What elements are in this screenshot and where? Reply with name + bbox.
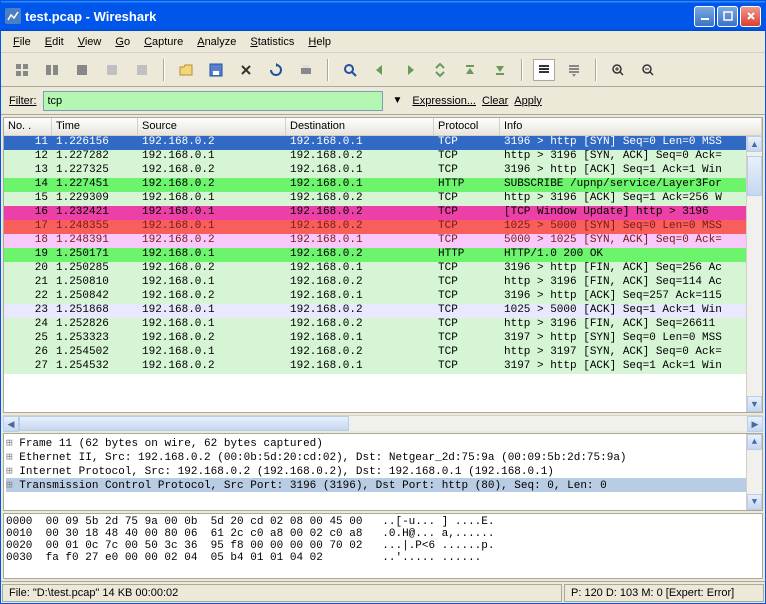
menu-statistics[interactable]: Statistics xyxy=(244,34,300,50)
menu-analyze[interactable]: Analyze xyxy=(191,34,242,50)
scroll-down-icon[interactable]: ▼ xyxy=(747,396,762,412)
window-title: test.pcap - Wireshark xyxy=(25,9,694,24)
col-time[interactable]: Time xyxy=(52,118,138,135)
find-icon[interactable] xyxy=(339,59,361,81)
wireshark-window: test.pcap - Wireshark FileEditViewGoCapt… xyxy=(0,0,766,604)
scroll-right-icon[interactable]: ▶ xyxy=(747,416,763,432)
options-icon[interactable] xyxy=(41,59,63,81)
filter-input[interactable] xyxy=(43,91,383,111)
menu-file[interactable]: File xyxy=(7,34,37,50)
packet-row[interactable]: 231.251868192.168.0.1192.168.0.2TCP1025 … xyxy=(4,304,762,318)
horizontal-scrollbar[interactable]: ◀ ▶ xyxy=(3,415,763,431)
packet-row[interactable]: 131.227325192.168.0.2192.168.0.1TCP3196 … xyxy=(4,164,762,178)
separator xyxy=(163,59,165,81)
open-icon[interactable] xyxy=(175,59,197,81)
menu-edit[interactable]: Edit xyxy=(39,34,70,50)
save-icon[interactable] xyxy=(205,59,227,81)
separator xyxy=(521,59,523,81)
scroll-up-icon[interactable]: ▲ xyxy=(747,434,762,450)
column-headers: No. . Time Source Destination Protocol I… xyxy=(4,118,762,136)
packet-row[interactable]: 201.250285192.168.0.2192.168.0.1TCP3196 … xyxy=(4,262,762,276)
close-file-icon[interactable] xyxy=(235,59,257,81)
packet-row[interactable]: 251.253323192.168.0.2192.168.0.1TCP3197 … xyxy=(4,332,762,346)
packet-row[interactable]: 121.227282192.168.0.1192.168.0.2TCPhttp … xyxy=(4,150,762,164)
packet-row[interactable]: 161.232421192.168.0.1192.168.0.2TCP[TCP … xyxy=(4,206,762,220)
vertical-scrollbar[interactable]: ▲ ▼ xyxy=(746,136,762,412)
separator xyxy=(327,59,329,81)
tree-item[interactable]: ⊞ Transmission Control Protocol, Src Por… xyxy=(6,478,760,492)
filter-label[interactable]: Filter: xyxy=(9,95,37,107)
goto-first-icon[interactable] xyxy=(459,59,481,81)
filter-bar: Filter: ▼ Expression... Clear Apply xyxy=(1,87,765,115)
start-icon[interactable] xyxy=(71,59,93,81)
menu-go[interactable]: Go xyxy=(109,34,136,50)
minimize-button[interactable] xyxy=(694,6,715,27)
tree-item[interactable]: ⊞ Ethernet II, Src: 192.168.0.2 (00:0b:5… xyxy=(6,450,760,464)
vertical-scrollbar[interactable]: ▲ ▼ xyxy=(746,434,762,510)
app-icon xyxy=(5,8,21,24)
goto-last-icon[interactable] xyxy=(489,59,511,81)
stop-icon[interactable] xyxy=(101,59,123,81)
filter-dropdown-icon[interactable]: ▼ xyxy=(389,95,407,106)
packet-row[interactable]: 111.226156192.168.0.2192.168.0.1TCP3196 … xyxy=(4,136,762,150)
details-pane[interactable]: ⊞ Frame 11 (62 bytes on wire, 62 bytes c… xyxy=(3,433,763,511)
tree-item[interactable]: ⊞ Internet Protocol, Src: 192.168.0.2 (1… xyxy=(6,464,760,478)
col-src[interactable]: Source xyxy=(138,118,286,135)
tree-item[interactable]: ⊞ Frame 11 (62 bytes on wire, 62 bytes c… xyxy=(6,436,760,450)
scroll-thumb[interactable] xyxy=(19,416,349,431)
packet-row[interactable]: 211.250810192.168.0.1192.168.0.2TCPhttp … xyxy=(4,276,762,290)
autoscroll-icon[interactable] xyxy=(563,59,585,81)
apply-button[interactable]: Apply xyxy=(514,95,542,107)
hex-pane[interactable]: 0000 00 09 5b 2d 75 9a 00 0b 5d 20 cd 02… xyxy=(3,513,763,579)
packet-list-pane: No. . Time Source Destination Protocol I… xyxy=(3,117,763,413)
menu-capture[interactable]: Capture xyxy=(138,34,189,50)
col-no[interactable]: No. . xyxy=(4,118,52,135)
col-dst[interactable]: Destination xyxy=(286,118,434,135)
packet-row[interactable]: 261.254502192.168.0.1192.168.0.2TCPhttp … xyxy=(4,346,762,360)
packet-row[interactable]: 181.248391192.168.0.2192.168.0.1TCP5000 … xyxy=(4,234,762,248)
close-button[interactable] xyxy=(740,6,761,27)
status-file: File: "D:\test.pcap" 14 KB 00:00:02 xyxy=(2,584,562,602)
restart-icon[interactable] xyxy=(131,59,153,81)
menu-view[interactable]: View xyxy=(72,34,108,50)
clear-button[interactable]: Clear xyxy=(482,95,508,107)
goto-back-icon[interactable] xyxy=(369,59,391,81)
status-packets: P: 120 D: 103 M: 0 [Expert: Error] xyxy=(564,584,764,602)
packet-list[interactable]: 111.226156192.168.0.2192.168.0.1TCP3196 … xyxy=(4,136,762,412)
goto-forward-icon[interactable] xyxy=(399,59,421,81)
goto-packet-icon[interactable] xyxy=(429,59,451,81)
expression-button[interactable]: Expression... xyxy=(412,95,476,107)
packet-row[interactable]: 271.254532192.168.0.2192.168.0.1TCP3197 … xyxy=(4,360,762,374)
scroll-thumb[interactable] xyxy=(747,156,762,196)
toolbar xyxy=(1,53,765,87)
maximize-button[interactable] xyxy=(717,6,738,27)
menubar: FileEditViewGoCaptureAnalyzeStatisticsHe… xyxy=(1,31,765,53)
colorize-icon[interactable] xyxy=(533,59,555,81)
reload-icon[interactable] xyxy=(265,59,287,81)
menu-help[interactable]: Help xyxy=(302,34,337,50)
interfaces-icon[interactable] xyxy=(11,59,33,81)
scroll-up-icon[interactable]: ▲ xyxy=(747,136,762,152)
packet-row[interactable]: 171.248355192.168.0.1192.168.0.2TCP1025 … xyxy=(4,220,762,234)
zoom-out-icon[interactable] xyxy=(637,59,659,81)
scroll-left-icon[interactable]: ◀ xyxy=(3,416,19,432)
col-proto[interactable]: Protocol xyxy=(434,118,500,135)
packet-row[interactable]: 221.250842192.168.0.2192.168.0.1TCP3196 … xyxy=(4,290,762,304)
packet-row[interactable]: 151.229309192.168.0.1192.168.0.2TCPhttp … xyxy=(4,192,762,206)
scroll-down-icon[interactable]: ▼ xyxy=(747,494,762,510)
col-info[interactable]: Info xyxy=(500,118,762,135)
titlebar[interactable]: test.pcap - Wireshark xyxy=(1,1,765,31)
packet-row[interactable]: 191.250171192.168.0.1192.168.0.2HTTPHTTP… xyxy=(4,248,762,262)
separator xyxy=(595,59,597,81)
zoom-in-icon[interactable] xyxy=(607,59,629,81)
packet-row[interactable]: 241.252826192.168.0.1192.168.0.2TCPhttp … xyxy=(4,318,762,332)
print-icon[interactable] xyxy=(295,59,317,81)
packet-row[interactable]: 141.227451192.168.0.2192.168.0.1HTTPSUBS… xyxy=(4,178,762,192)
statusbar: File: "D:\test.pcap" 14 KB 00:00:02 P: 1… xyxy=(1,581,765,603)
